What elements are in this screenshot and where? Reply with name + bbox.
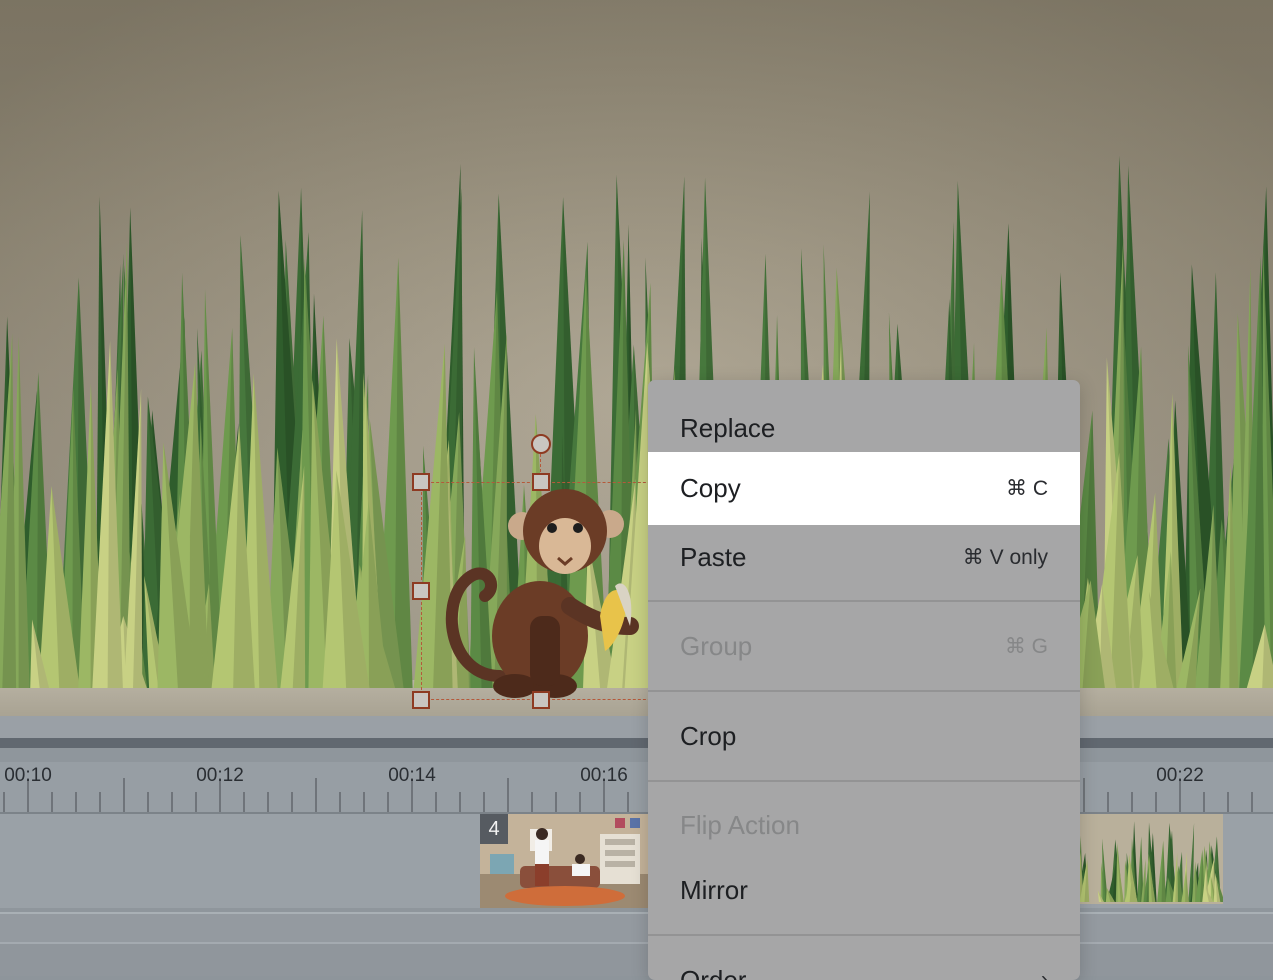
menu-item-mirror[interactable]: Mirror xyxy=(648,858,1080,922)
context-menu: Replace Copy ⌘ C Paste ⌘ V only Group ⌘ … xyxy=(648,380,1080,980)
tick-label-5: 00:22 xyxy=(1156,765,1204,787)
tick-label-3: 00:14 xyxy=(388,765,436,787)
canvas-stage[interactable] xyxy=(0,0,1273,716)
extra-track[interactable] xyxy=(0,942,1273,976)
timeline-header-bar xyxy=(0,716,1273,738)
menu-item-crop[interactable]: Crop xyxy=(648,704,1080,768)
menu-label: Replace xyxy=(680,413,775,444)
resize-handle-bottom[interactable] xyxy=(532,691,550,709)
menu-item-replace[interactable]: Replace xyxy=(648,396,1080,460)
selection-box[interactable] xyxy=(421,482,661,700)
timeline-ruler[interactable]: 00:10 00:12 00:14 00:16 00:22 xyxy=(0,762,1273,814)
clip-thumbnail-grass xyxy=(1080,814,1223,904)
menu-divider xyxy=(648,690,1080,692)
scene-clip-grass[interactable] xyxy=(1080,814,1223,904)
menu-shortcut: ⌘ C xyxy=(1006,476,1048,501)
resize-handle-top[interactable] xyxy=(532,473,550,491)
menu-item-order[interactable]: Order › xyxy=(648,948,1080,980)
tick-label-4: 00:16 xyxy=(580,765,628,787)
timeline-scrub-track[interactable] xyxy=(0,738,1273,748)
menu-item-group[interactable]: Group ⌘ G xyxy=(648,614,1080,678)
menu-item-paste[interactable]: Paste ⌘ V only xyxy=(648,525,1080,589)
resize-handle-top-left[interactable] xyxy=(412,473,430,491)
chevron-right-icon: › xyxy=(1041,968,1048,980)
menu-label: Mirror xyxy=(680,875,748,906)
menu-label: Paste xyxy=(680,542,747,573)
ruler-ticks xyxy=(0,762,1273,812)
tick-label-1: 00:10 xyxy=(4,765,52,787)
rotate-handle[interactable] xyxy=(531,434,551,454)
menu-label: Copy xyxy=(680,473,741,504)
menu-divider xyxy=(648,934,1080,936)
scene-clip-4[interactable]: 4 xyxy=(480,814,660,908)
clip-number-badge: 4 xyxy=(480,814,508,844)
resize-handle-bottom-left[interactable] xyxy=(412,691,430,709)
menu-shortcut: ⌘ V only xyxy=(963,545,1048,570)
timeline-panel: 00:10 00:12 00:14 00:16 00:22 4 xyxy=(0,716,1273,974)
menu-label: Order xyxy=(680,965,746,980)
menu-label: Group xyxy=(680,631,752,662)
menu-section-flip-action: Flip Action xyxy=(680,810,800,841)
menu-divider xyxy=(648,600,1080,602)
menu-shortcut: ⌘ G xyxy=(1005,634,1048,659)
menu-label: Crop xyxy=(680,721,736,752)
menu-divider xyxy=(648,780,1080,782)
menu-item-copy[interactable]: Copy ⌘ C xyxy=(648,452,1080,525)
resize-handle-left[interactable] xyxy=(412,582,430,600)
tick-label-2: 00:12 xyxy=(196,765,244,787)
audio-track[interactable] xyxy=(0,912,1273,944)
